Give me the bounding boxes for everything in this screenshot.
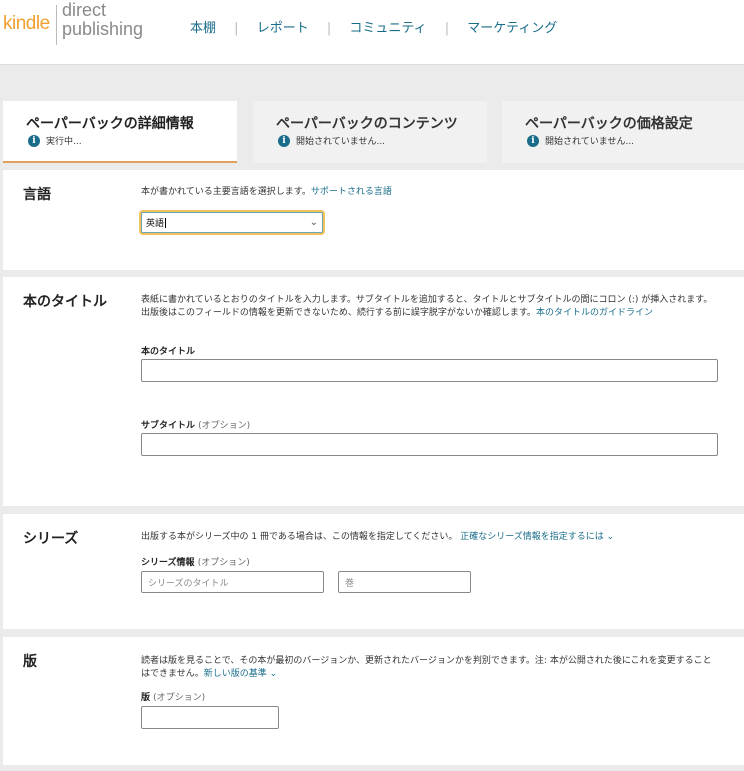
language-select[interactable]: 英語 ⌄: [141, 212, 323, 233]
info-icon: i: [28, 134, 40, 147]
logo-dp-text: direct publishing: [62, 0, 144, 39]
nav-bookshelf[interactable]: 本棚: [190, 21, 216, 36]
tab-paperback-details[interactable]: ペーパーバックの詳細情報 i 実行中...: [3, 101, 237, 163]
main-nav: 本棚 | レポート | コミュニティ | マーケティング: [190, 17, 557, 36]
series-info-link[interactable]: 正確なシリーズ情報を指定するには ⌄: [460, 532, 614, 542]
tab-status: i 開始されていません...: [527, 134, 634, 147]
edition-section: 版 読者は版を見ることで、その本が最初のバージョンか、更新されたバージョンかを判…: [3, 637, 744, 765]
logo-kindle-text: kindle: [3, 13, 50, 34]
series-title-input[interactable]: シリーズのタイトル: [141, 571, 324, 593]
series-info-label: シリーズ情報 (オプション): [141, 558, 250, 568]
edition-criteria-link[interactable]: 新しい版の基準 ⌄: [204, 669, 277, 679]
edition-input[interactable]: [141, 706, 279, 729]
section-description: 出版する本がシリーズ中の 1 冊である場合は、この情報を指定してください。 正確…: [141, 532, 615, 542]
tab-status: i 開始されていません...: [278, 134, 385, 147]
book-title-label: 本のタイトル: [141, 347, 196, 357]
section-description: 読者は版を見ることで、その本が最初のバージョンか、更新されたバージョンかを判別で…: [141, 656, 712, 679]
tab-status: i 実行中...: [28, 134, 82, 147]
subtitle-label: サブタイトル (オプション): [141, 421, 251, 431]
tab-title: ペーパーバックの価格設定: [525, 116, 693, 132]
language-select-value: 英語: [146, 219, 165, 229]
title-guidelines-link[interactable]: 本のタイトルのガイドライン: [536, 308, 653, 318]
section-heading: 版: [23, 654, 37, 670]
chevron-down-icon: ⌄: [309, 217, 318, 228]
section-description: 本が書かれている主要言語を選択します。サポートされる言語: [141, 187, 392, 197]
text-caret: [165, 217, 167, 228]
book-title-section: 本のタイトル 表紙に書かれているとおりのタイトルを入力します。サブタイトルを追加…: [3, 277, 744, 506]
top-bar: kindle direct publishing 本棚 | レポート | コミュニ…: [0, 0, 744, 65]
section-heading: 本のタイトル: [23, 294, 107, 310]
tab-paperback-content[interactable]: ペーパーバックのコンテンツ i 開始されていません...: [253, 101, 487, 163]
subtitle-input[interactable]: [141, 433, 718, 456]
nav-community[interactable]: コミュニティ: [349, 21, 426, 36]
nav-reports[interactable]: レポート: [257, 21, 309, 36]
tab-title: ペーパーバックのコンテンツ: [276, 116, 458, 132]
nav-separator: |: [326, 21, 332, 36]
section-description: 表紙に書かれているとおりのタイトルを入力します。サブタイトルを追加すると、タイト…: [141, 295, 713, 318]
nav-separator: |: [234, 21, 239, 36]
tab-paperback-pricing[interactable]: ペーパーバックの価格設定 i 開始されていません...: [502, 101, 744, 163]
section-heading: 言語: [23, 187, 51, 203]
series-volume-input[interactable]: 巻: [338, 571, 471, 593]
kdp-logo[interactable]: kindle direct publishing: [3, 1, 153, 47]
language-section: 言語 本が書かれている主要言語を選択します。サポートされる言語 英語 ⌄: [3, 170, 744, 270]
step-tabs: ペーパーバックの詳細情報 i 実行中... ペーパーバックのコンテンツ i 開始…: [3, 101, 744, 163]
tab-title: ペーパーバックの詳細情報: [26, 116, 194, 132]
nav-marketing[interactable]: マーケティング: [467, 21, 557, 36]
info-icon: i: [527, 134, 539, 147]
logo-divider: [56, 5, 57, 45]
supported-languages-link[interactable]: サポートされる言語: [311, 187, 392, 197]
series-section: シリーズ 出版する本がシリーズ中の 1 冊である場合は、この情報を指定してくださ…: [3, 514, 744, 629]
info-icon: i: [278, 134, 290, 147]
edition-label: 版 (オプション): [141, 693, 206, 703]
section-heading: シリーズ: [23, 531, 79, 547]
book-title-input[interactable]: [141, 359, 718, 382]
nav-separator: |: [444, 21, 450, 36]
